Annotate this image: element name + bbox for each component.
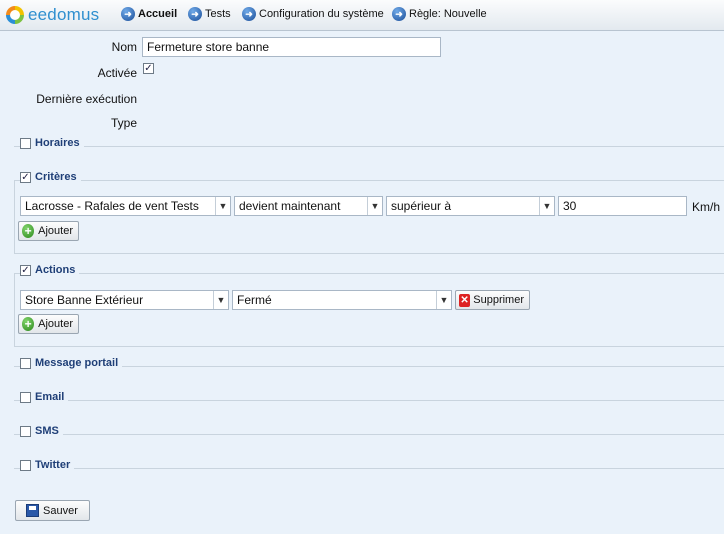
criteres-title: Critères — [35, 171, 77, 183]
nav-link-tests[interactable]: ➜ Tests — [188, 6, 231, 22]
horaires-title: Horaires — [35, 137, 80, 149]
criteres-value-input[interactable] — [558, 196, 687, 216]
nav-link-regle[interactable]: ➜ Règle: Nouvelle — [392, 6, 487, 22]
criteres-checkbox[interactable]: ✓ — [20, 171, 31, 183]
email-checkbox[interactable] — [20, 391, 31, 403]
activee-checkbox[interactable]: ✓ — [143, 63, 154, 74]
twitter-checkbox[interactable] — [20, 459, 31, 471]
section-email: Email — [0, 391, 724, 409]
email-title: Email — [35, 391, 65, 403]
arrow-right-circle-icon: ➜ — [242, 7, 256, 21]
criteres-comparator-select[interactable]: supérieur à ▼ — [386, 196, 555, 216]
plus-circle-icon: + — [22, 224, 35, 238]
section-twitter: Twitter — [0, 459, 724, 477]
actions-state-select[interactable]: Fermé ▼ — [232, 290, 452, 310]
twitter-title: Twitter — [35, 459, 71, 471]
horaires-checkbox[interactable] — [20, 137, 31, 149]
message-portail-checkbox[interactable] — [20, 357, 31, 369]
actions-title: Actions — [35, 264, 76, 276]
derniere-execution-label: Dernière exécution — [36, 92, 137, 106]
nav-link-accueil[interactable]: ➜ Accueil — [121, 6, 177, 22]
section-message-portail: Message portail — [0, 357, 724, 375]
section-horaires: Horaires — [0, 137, 724, 155]
nom-input[interactable] — [142, 37, 441, 57]
red-x-icon: ✕ — [459, 293, 471, 307]
arrow-right-circle-icon: ➜ — [392, 7, 406, 21]
floppy-disk-icon — [26, 504, 39, 517]
criteres-unit: Km/h — [692, 200, 721, 214]
eedomus-logo[interactable]: eedomus — [6, 4, 99, 26]
arrow-right-circle-icon: ➜ — [121, 7, 135, 21]
actions-delete-button[interactable]: ✕ Supprimer — [455, 290, 530, 310]
sms-title: SMS — [35, 425, 59, 437]
chevron-down-icon: ▼ — [539, 197, 554, 215]
chevron-down-icon: ▼ — [215, 197, 230, 215]
type-label: Type — [110, 116, 137, 130]
logo-ring-icon — [6, 6, 24, 24]
chevron-down-icon: ▼ — [213, 291, 228, 309]
save-button[interactable]: Sauver — [15, 500, 90, 521]
actions-add-button[interactable]: + Ajouter — [18, 314, 79, 334]
actions-checkbox[interactable]: ✓ — [20, 264, 31, 276]
message-portail-title: Message portail — [35, 357, 119, 369]
logo-text: eedomus — [28, 5, 100, 24]
criteres-condition-select[interactable]: devient maintenant ▼ — [234, 196, 383, 216]
chevron-down-icon: ▼ — [367, 197, 382, 215]
criteres-add-button[interactable]: + Ajouter — [18, 221, 79, 241]
nav-link-configuration[interactable]: ➜ Configuration du système — [242, 6, 384, 22]
top-navigation-bar: eedomus ➜ Accueil ➜ Tests ➜ Configuratio… — [0, 0, 724, 31]
criteres-device-select[interactable]: Lacrosse - Rafales de vent Tests ▼ — [20, 196, 231, 216]
sms-checkbox[interactable] — [20, 425, 31, 437]
section-sms: SMS — [0, 425, 724, 443]
actions-device-select[interactable]: Store Banne Extérieur ▼ — [20, 290, 229, 310]
plus-circle-icon: + — [22, 317, 35, 331]
arrow-right-circle-icon: ➜ — [188, 7, 202, 21]
activee-label: Activée — [97, 66, 137, 80]
chevron-down-icon: ▼ — [436, 291, 451, 309]
nom-label: Nom — [111, 40, 137, 54]
